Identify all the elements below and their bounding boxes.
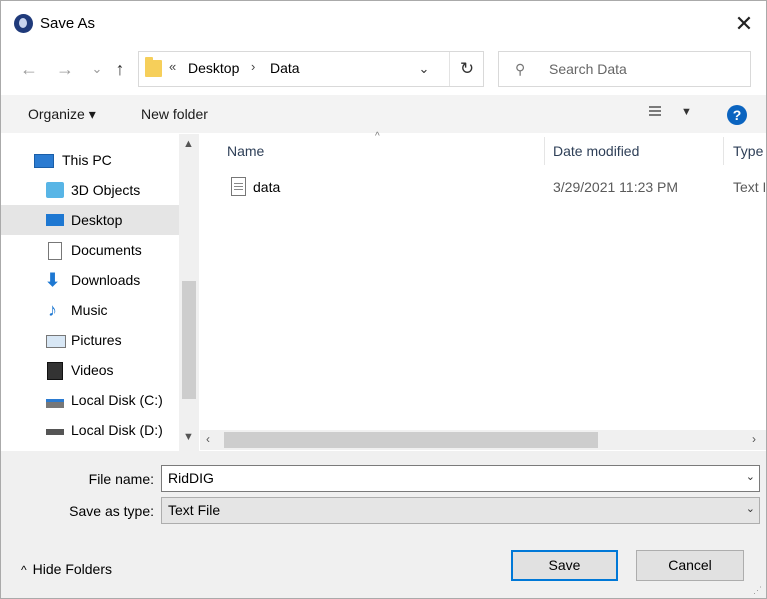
sidebar-item-label: Music — [71, 302, 108, 318]
music-icon: ♪ — [48, 300, 57, 320]
new-folder-button[interactable]: New folder — [141, 106, 208, 122]
scroll-left-icon[interactable]: ‹ — [206, 432, 210, 446]
column-header-type[interactable]: Type — [733, 143, 763, 159]
cancel-button[interactable]: Cancel — [636, 550, 744, 581]
refresh-button[interactable]: ↻ — [449, 52, 484, 86]
sidebar-item-label: Downloads — [71, 272, 141, 288]
search-icon: ⚲ — [515, 61, 526, 77]
scroll-down-icon[interactable]: ▼ — [183, 431, 194, 443]
this-pc-icon — [34, 154, 54, 168]
desktop-icon — [46, 214, 64, 226]
scroll-thumb[interactable] — [182, 281, 196, 399]
file-name-label: File name: — [88, 471, 154, 487]
sort-ascending-icon: ^ — [375, 131, 380, 142]
documents-icon — [48, 242, 62, 260]
help-button[interactable]: ? — [727, 105, 747, 125]
resize-grip-icon[interactable]: ⋰ — [753, 585, 762, 596]
up-button[interactable]: ↑ — [109, 57, 131, 81]
column-divider[interactable] — [723, 137, 724, 165]
sidebar-item-3d-objects[interactable]: 3D Objects — [1, 175, 179, 205]
command-toolbar: Organize ▾ New folder ▼ ? — [1, 95, 766, 133]
breadcrumb-desktop[interactable]: Desktop — [188, 60, 239, 76]
text-file-icon — [231, 177, 246, 196]
local-disk-c-icon — [46, 399, 64, 408]
file-type-cell: Text D — [733, 179, 765, 195]
sidebar-item-label: Desktop — [71, 212, 123, 228]
sidebar-item-label: 3D Objects — [71, 182, 141, 198]
recent-locations-button[interactable]: ⌄ — [86, 57, 108, 81]
sidebar-item-label: Videos — [71, 362, 114, 378]
file-name-cell[interactable]: data — [253, 179, 280, 195]
sidebar-item-videos[interactable]: Videos — [1, 355, 179, 385]
chevron-up-icon: ^ — [21, 563, 27, 577]
sidebar-item-label: Local Disk (C:) — [71, 392, 163, 408]
save-as-type-select[interactable]: Text File ⌄ — [161, 497, 760, 524]
sidebar-item-pictures[interactable]: Pictures — [1, 325, 179, 355]
address-bar[interactable]: « Desktop › Data ⌄ ↻ — [138, 51, 484, 87]
file-name-value[interactable]: RidDIG — [168, 470, 214, 486]
3d-objects-icon — [46, 182, 64, 198]
column-header-date-modified[interactable]: Date modified — [553, 143, 639, 159]
save-button[interactable]: Save — [511, 550, 618, 581]
navigation-pane: This PC 3D Objects Desktop Documents ⬇ D… — [1, 134, 199, 451]
chevron-down-icon[interactable]: ⌄ — [746, 470, 755, 483]
chevron-down-icon[interactable]: ⌄ — [746, 502, 755, 515]
organize-menu[interactable]: Organize ▾ — [28, 106, 96, 123]
downloads-icon: ⬇ — [45, 270, 61, 290]
pictures-icon — [46, 335, 66, 348]
local-disk-d-icon — [46, 429, 64, 435]
save-as-type-value[interactable]: Text File — [168, 502, 220, 518]
search-placeholder[interactable]: Search Data — [549, 61, 627, 77]
hide-folders-label: Hide Folders — [32, 561, 113, 577]
file-date-cell: 3/29/2021 11:23 PM — [553, 179, 679, 195]
sidebar-item-this-pc[interactable]: This PC — [1, 145, 179, 175]
navigation-scrollbar[interactable]: ▲ ▼ — [179, 134, 199, 451]
sidebar-item-label: Pictures — [71, 332, 122, 348]
hide-folders-toggle[interactable]: ^ Hide Folders — [21, 561, 112, 577]
sidebar-item-music[interactable]: ♪ Music — [1, 295, 179, 325]
view-options-icon[interactable] — [649, 106, 661, 120]
save-as-dialog: Save As ✕ ← → ⌄ ↑ « Desktop › Data ⌄ ↻ ⚲… — [0, 0, 767, 599]
file-list-horizontal-scrollbar[interactable]: ‹ › — [200, 430, 766, 450]
sidebar-item-label: Local Disk (D:) — [71, 422, 163, 438]
scroll-up-icon[interactable]: ▲ — [183, 138, 194, 150]
file-name-field[interactable]: RidDIG ⌄ — [161, 465, 760, 492]
view-dropdown-button[interactable]: ▼ — [681, 106, 692, 118]
back-button[interactable]: ← — [18, 57, 40, 81]
scroll-thumb[interactable] — [224, 432, 598, 448]
sidebar-item-documents[interactable]: Documents — [1, 235, 179, 265]
breadcrumb-overflow[interactable]: « — [169, 59, 176, 74]
folder-icon — [145, 57, 162, 77]
sidebar-item-label: Documents — [71, 242, 142, 258]
scroll-right-icon[interactable]: › — [752, 432, 756, 446]
title-bar: Save As ✕ — [1, 1, 766, 47]
column-header-name[interactable]: Name — [227, 143, 264, 159]
sidebar-item-desktop[interactable]: Desktop — [1, 205, 179, 235]
search-box[interactable]: ⚲ Search Data — [498, 51, 751, 87]
window-title: Save As — [40, 15, 96, 32]
sidebar-item-downloads[interactable]: ⬇ Downloads — [1, 265, 179, 295]
sidebar-item-label: This PC — [62, 152, 112, 168]
column-divider[interactable] — [544, 137, 545, 165]
address-dropdown-button[interactable]: ⌄ — [411, 58, 437, 78]
save-as-type-label: Save as type: — [69, 503, 154, 519]
app-globe-icon — [14, 14, 33, 33]
videos-icon — [47, 362, 63, 380]
sidebar-item-local-disk-c[interactable]: Local Disk (C:) — [1, 385, 179, 415]
breadcrumb-data[interactable]: Data — [270, 60, 300, 76]
sidebar-item-local-disk-d[interactable]: Local Disk (D:) — [1, 415, 179, 445]
forward-button[interactable]: → — [54, 57, 76, 81]
breadcrumb-separator[interactable]: › — [251, 59, 255, 74]
close-button[interactable]: ✕ — [731, 11, 757, 37]
